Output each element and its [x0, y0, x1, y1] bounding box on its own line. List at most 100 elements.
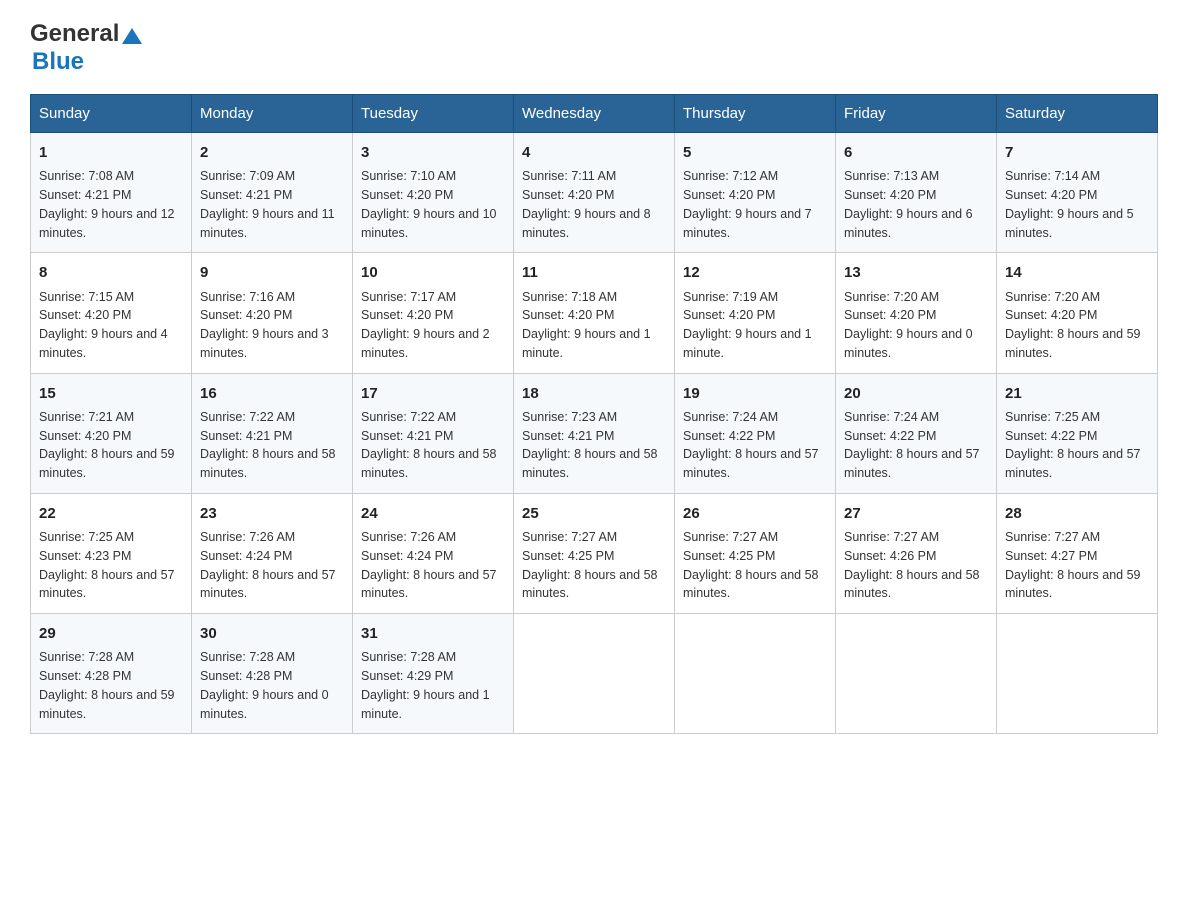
- day-number: 25: [522, 502, 666, 525]
- daylight-text: Daylight: 9 hours and 7 minutes.: [683, 205, 827, 243]
- daylight-text: Daylight: 9 hours and 1 minute.: [361, 686, 505, 724]
- sunset-text: Sunset: 4:28 PM: [39, 667, 183, 686]
- sunrise-text: Sunrise: 7:13 AM: [844, 167, 988, 186]
- day-number: 7: [1005, 141, 1149, 164]
- daylight-text: Daylight: 8 hours and 58 minutes.: [522, 566, 666, 604]
- day-number: 28: [1005, 502, 1149, 525]
- calendar-cell: 5 Sunrise: 7:12 AMSunset: 4:20 PMDaylight…: [675, 133, 836, 253]
- day-info: Sunrise: 7:24 AMSunset: 4:22 PMDaylight:…: [844, 408, 988, 483]
- sunset-text: Sunset: 4:20 PM: [1005, 186, 1149, 205]
- sunrise-text: Sunrise: 7:22 AM: [200, 408, 344, 427]
- calendar-cell: 14Sunrise: 7:20 AMSunset: 4:20 PMDayligh…: [997, 253, 1158, 373]
- sunset-text: Sunset: 4:25 PM: [522, 547, 666, 566]
- day-info: Sunrise: 7:26 AMSunset: 4:24 PMDaylight:…: [200, 528, 344, 603]
- calendar-header-row: SundayMondayTuesdayWednesdayThursdayFrid…: [31, 95, 1158, 133]
- day-number: 24: [361, 502, 505, 525]
- calendar-cell: 22Sunrise: 7:25 AMSunset: 4:23 PMDayligh…: [31, 493, 192, 613]
- daylight-text: Daylight: 9 hours and 4 minutes.: [39, 325, 183, 363]
- calendar-cell: [514, 614, 675, 734]
- day-info: Sunrise: 7:24 AMSunset: 4:22 PMDaylight:…: [683, 408, 827, 483]
- day-number: 23: [200, 502, 344, 525]
- day-info: Sunrise: 7:20 AMSunset: 4:20 PMDaylight:…: [1005, 288, 1149, 363]
- day-number: 13: [844, 261, 988, 284]
- sunset-text: Sunset: 4:25 PM: [683, 547, 827, 566]
- day-number: 12: [683, 261, 827, 284]
- daylight-text: Daylight: 8 hours and 57 minutes.: [844, 445, 988, 483]
- sunset-text: Sunset: 4:20 PM: [39, 306, 183, 325]
- sunset-text: Sunset: 4:20 PM: [683, 306, 827, 325]
- calendar-cell: 30Sunrise: 7:28 AMSunset: 4:28 PMDayligh…: [192, 614, 353, 734]
- sunrise-text: Sunrise: 7:27 AM: [683, 528, 827, 547]
- day-number: 21: [1005, 382, 1149, 405]
- calendar-cell: 10Sunrise: 7:17 AMSunset: 4:20 PMDayligh…: [353, 253, 514, 373]
- daylight-text: Daylight: 9 hours and 0 minutes.: [200, 686, 344, 724]
- day-number: 27: [844, 502, 988, 525]
- day-number: 16: [200, 382, 344, 405]
- day-info: Sunrise: 7:14 AMSunset: 4:20 PMDaylight:…: [1005, 167, 1149, 242]
- sunset-text: Sunset: 4:26 PM: [844, 547, 988, 566]
- calendar-cell: 26Sunrise: 7:27 AMSunset: 4:25 PMDayligh…: [675, 493, 836, 613]
- sunset-text: Sunset: 4:23 PM: [39, 547, 183, 566]
- sunrise-text: Sunrise: 7:28 AM: [200, 648, 344, 667]
- sunset-text: Sunset: 4:28 PM: [200, 667, 344, 686]
- logo-line2: Blue: [32, 48, 84, 76]
- sunrise-text: Sunrise: 7:21 AM: [39, 408, 183, 427]
- day-info: Sunrise: 7:12 AMSunset: 4:20 PMDaylight:…: [683, 167, 827, 242]
- calendar-cell: 28Sunrise: 7:27 AMSunset: 4:27 PMDayligh…: [997, 493, 1158, 613]
- day-number: 17: [361, 382, 505, 405]
- col-header-thursday: Thursday: [675, 95, 836, 133]
- daylight-text: Daylight: 8 hours and 57 minutes.: [39, 566, 183, 604]
- sunset-text: Sunset: 4:24 PM: [361, 547, 505, 566]
- daylight-text: Daylight: 9 hours and 6 minutes.: [844, 205, 988, 243]
- sunrise-text: Sunrise: 7:12 AM: [683, 167, 827, 186]
- sunrise-text: Sunrise: 7:24 AM: [683, 408, 827, 427]
- sunrise-text: Sunrise: 7:27 AM: [522, 528, 666, 547]
- calendar-cell: 13Sunrise: 7:20 AMSunset: 4:20 PMDayligh…: [836, 253, 997, 373]
- sunset-text: Sunset: 4:20 PM: [1005, 306, 1149, 325]
- day-number: 6: [844, 141, 988, 164]
- day-info: Sunrise: 7:28 AMSunset: 4:28 PMDaylight:…: [200, 648, 344, 723]
- sunrise-text: Sunrise: 7:26 AM: [361, 528, 505, 547]
- sunset-text: Sunset: 4:20 PM: [200, 306, 344, 325]
- day-number: 22: [39, 502, 183, 525]
- day-number: 18: [522, 382, 666, 405]
- sunrise-text: Sunrise: 7:09 AM: [200, 167, 344, 186]
- sunset-text: Sunset: 4:21 PM: [522, 427, 666, 446]
- daylight-text: Daylight: 9 hours and 0 minutes.: [844, 325, 988, 363]
- day-number: 3: [361, 141, 505, 164]
- col-header-sunday: Sunday: [31, 95, 192, 133]
- sunset-text: Sunset: 4:29 PM: [361, 667, 505, 686]
- day-info: Sunrise: 7:28 AMSunset: 4:28 PMDaylight:…: [39, 648, 183, 723]
- sunrise-text: Sunrise: 7:15 AM: [39, 288, 183, 307]
- daylight-text: Daylight: 8 hours and 58 minutes.: [200, 445, 344, 483]
- calendar-cell: 31 Sunrise: 7:28 AMSunset: 4:29 PMDayligh…: [353, 614, 514, 734]
- day-number: 31: [361, 622, 505, 645]
- day-info: Sunrise: 7:27 AMSunset: 4:25 PMDaylight:…: [683, 528, 827, 603]
- sunrise-text: Sunrise: 7:27 AM: [1005, 528, 1149, 547]
- daylight-text: Daylight: 8 hours and 58 minutes.: [844, 566, 988, 604]
- sunrise-text: Sunrise: 7:20 AM: [1005, 288, 1149, 307]
- day-number: 5: [683, 141, 827, 164]
- daylight-text: Daylight: 9 hours and 1 minute.: [683, 325, 827, 363]
- calendar-cell: 20Sunrise: 7:24 AMSunset: 4:22 PMDayligh…: [836, 373, 997, 493]
- day-info: Sunrise: 7:19 AMSunset: 4:20 PMDaylight:…: [683, 288, 827, 363]
- day-number: 10: [361, 261, 505, 284]
- day-info: Sunrise: 7:21 AMSunset: 4:20 PMDaylight:…: [39, 408, 183, 483]
- sunrise-text: Sunrise: 7:23 AM: [522, 408, 666, 427]
- day-info: Sunrise: 7:28 AMSunset: 4:29 PMDaylight:…: [361, 648, 505, 723]
- sunset-text: Sunset: 4:20 PM: [844, 306, 988, 325]
- sunset-text: Sunset: 4:20 PM: [683, 186, 827, 205]
- logo: General Blue: [30, 20, 142, 76]
- logo-triangle-icon: [122, 28, 142, 44]
- day-info: Sunrise: 7:27 AMSunset: 4:25 PMDaylight:…: [522, 528, 666, 603]
- sunrise-text: Sunrise: 7:17 AM: [361, 288, 505, 307]
- calendar-cell: 12 Sunrise: 7:19 AMSunset: 4:20 PMDayligh…: [675, 253, 836, 373]
- calendar-cell: 11Sunrise: 7:18 AMSunset: 4:20 PMDayligh…: [514, 253, 675, 373]
- daylight-text: Daylight: 8 hours and 57 minutes.: [683, 445, 827, 483]
- day-info: Sunrise: 7:09 AMSunset: 4:21 PMDaylight:…: [200, 167, 344, 242]
- sunrise-text: Sunrise: 7:08 AM: [39, 167, 183, 186]
- calendar-week-row: 15Sunrise: 7:21 AMSunset: 4:20 PMDayligh…: [31, 373, 1158, 493]
- sunrise-text: Sunrise: 7:25 AM: [1005, 408, 1149, 427]
- sunrise-text: Sunrise: 7:18 AM: [522, 288, 666, 307]
- day-number: 8: [39, 261, 183, 284]
